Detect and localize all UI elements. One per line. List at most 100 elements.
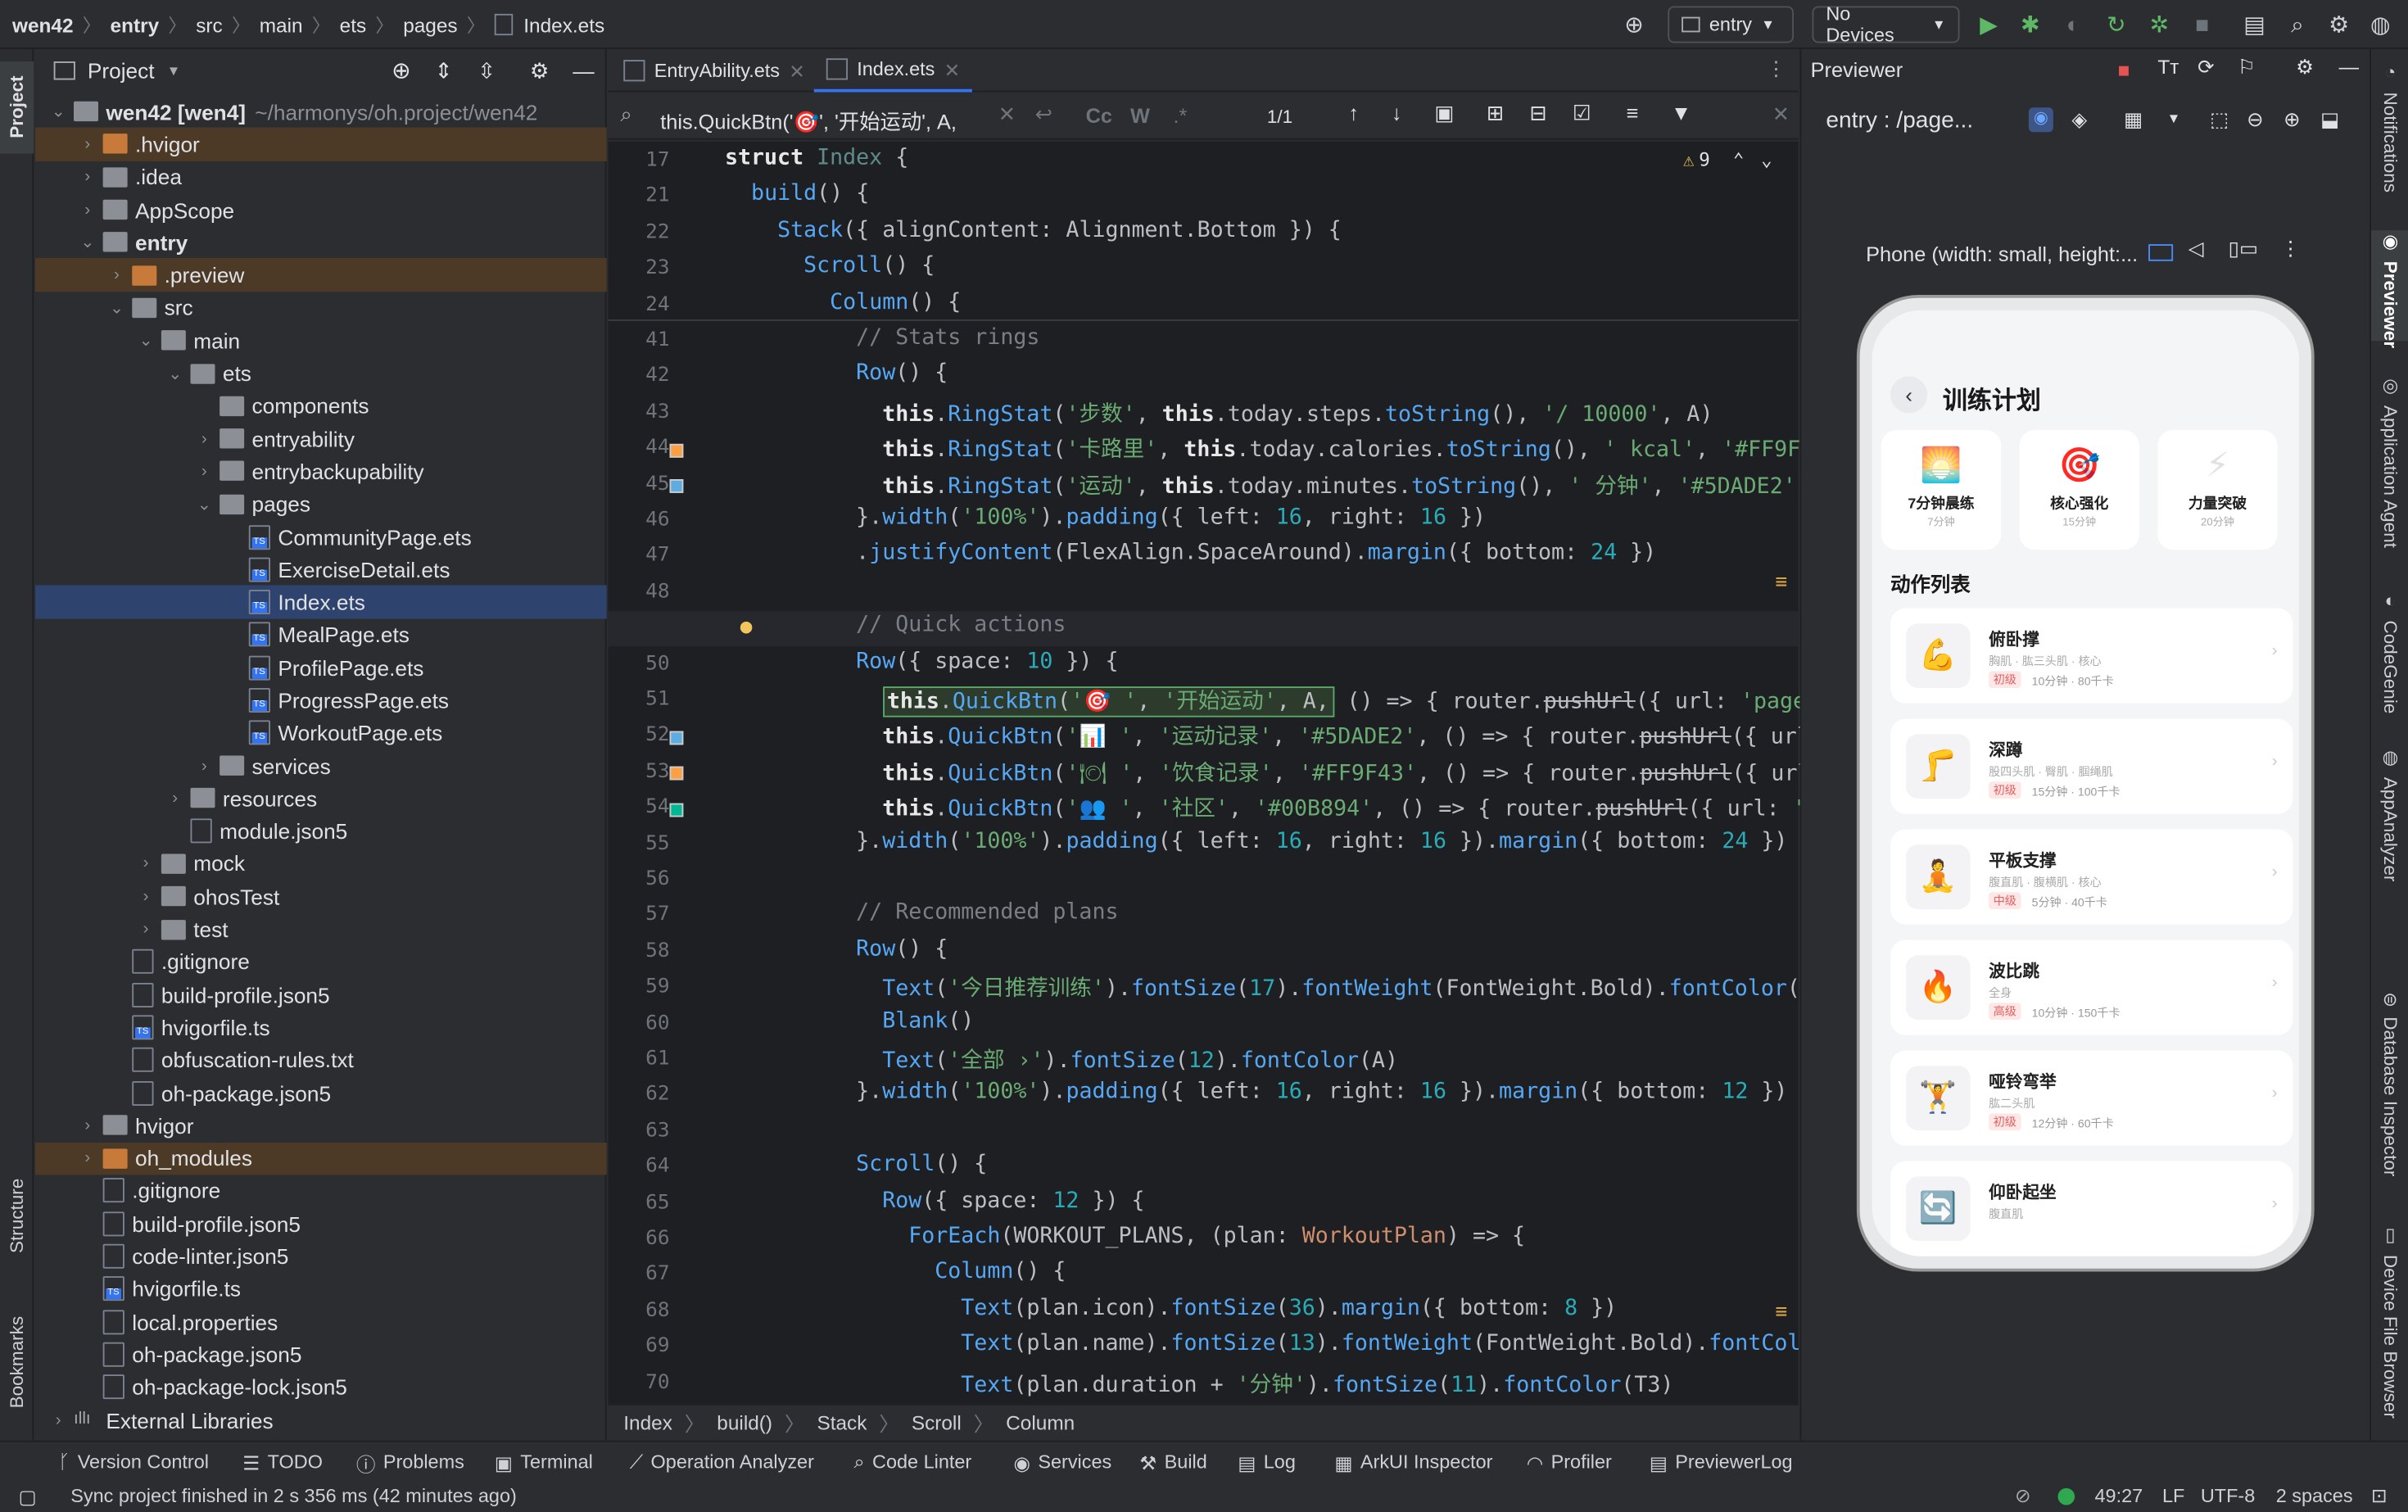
arrow-down-icon[interactable]: ↓ [1392,102,1402,124]
code-line[interactable]: Text(plan.name).fontSize(13).fontWeight(… [725,1332,1826,1356]
filter-lines-icon[interactable]: ≡ [1627,102,1639,124]
code-line[interactable]: this.QuickBtn('👥 ', '社区', '#00B894', () … [725,793,1845,824]
zoom-out-icon[interactable]: ⊖ [2247,107,2263,132]
code-line[interactable]: }.width('100%').padding({ left: 16, righ… [725,505,1486,530]
chevron-right-icon[interactable]: › [77,168,98,187]
device-manager-icon[interactable]: ▤ [2239,9,2270,40]
tree-item[interactable]: code-linter.json5 [35,1240,607,1273]
crumb-scroll[interactable]: Scroll [912,1411,962,1434]
chevron-right-icon[interactable]: › [193,429,215,448]
exercise-card[interactable]: 🔥 波比跳 全身 高级 10分钟 · 150千卡 › [1890,939,2293,1035]
tree-item[interactable]: components [35,390,607,423]
tree-item[interactable]: › ohosTest [35,880,607,913]
profile-icon[interactable]: ◐ [2058,9,2089,40]
arkui-inspector-tab[interactable]: ▦ ArkUI Inspector [1334,1442,1492,1483]
tree-item[interactable]: › .idea [35,161,607,193]
line-separator[interactable]: LF [2162,1485,2184,1506]
chevron-down-icon[interactable]: ⌄ [165,363,186,383]
remove-occurrence-icon[interactable]: ⊟ [1530,102,1547,126]
tree-item[interactable]: oh-package-lock.json5 [35,1371,607,1404]
notifications-tool-tab[interactable]: ◔ Notifications [2371,61,2408,209]
add-occurrence-icon[interactable]: ⊞ [1487,102,1504,126]
color-swatch-blue[interactable] [669,479,684,493]
more-vert-icon[interactable]: ⋮ [1766,57,1786,81]
stop-icon[interactable]: ■ [2187,9,2218,40]
chevron-down-icon[interactable]: ⌄ [48,102,69,122]
exercise-card[interactable]: 🧘 平板支撑 腹直肌 · 腹横肌 · 核心 中级 5分钟 · 40千卡 › [1890,829,2293,925]
layers-icon[interactable]: ◈ [2071,107,2087,132]
gear-icon[interactable]: ⚙ [530,57,550,84]
breadcrumb-file[interactable]: Index.ets [523,13,604,36]
tree-item[interactable]: › mock [35,848,607,880]
chevron-down-icon[interactable]: ⌄ [193,494,215,514]
tree-item[interactable]: Index.ets [35,586,607,619]
back-button[interactable]: ‹ [1890,376,1928,414]
code-line[interactable]: Text(plan.icon).fontSize(36).margin({ bo… [725,1296,1617,1320]
gear-icon[interactable]: ⚙ [2296,56,2314,80]
color-swatch-blue[interactable] [669,731,684,745]
tree-item[interactable]: .gitignore [35,945,607,978]
code-line[interactable]: // Recommended plans [725,900,1118,925]
reload-icon[interactable]: ↻ [2101,9,2132,40]
stop-icon[interactable]: ■ [2118,58,2130,81]
color-swatch-orange[interactable] [669,443,684,458]
tree-item[interactable]: ExerciseDetail.ets [35,553,607,586]
chevron-right-icon[interactable]: › [135,854,156,873]
chevron-right-icon[interactable]: › [48,1410,69,1429]
chevron-right-icon[interactable]: › [193,462,215,481]
version-control-tab[interactable]: ᚴ Version Control [58,1442,209,1483]
tree-item[interactable]: › entrybackupability [35,455,607,487]
tree-item[interactable]: › oh_modules [35,1142,607,1175]
tree-item[interactable]: ⌄ ets [35,357,607,390]
breadcrumb-ets[interactable]: ets [340,13,367,36]
device-profile[interactable]: Phone (width: small, height:... [1866,242,2138,265]
route-select[interactable]: entry : /page... [1826,107,1973,134]
project-panel-title[interactable]: Project [88,58,155,83]
minimize-icon[interactable]: — [2339,56,2359,79]
tree-item[interactable]: › test [35,913,607,946]
tablet-icon[interactable] [2148,244,2174,261]
close-icon[interactable]: ✕ [789,59,805,82]
profiler-tab[interactable]: ◠ Profiler [1527,1442,1612,1483]
code-line[interactable]: this.RingStat('运动', this.today.minutes.t… [725,469,1809,500]
database-inspector-tool-tab[interactable]: ⊜ Database Inspector [2371,992,2408,1188]
exercise-card[interactable]: 🦵 深蹲 股四头肌 · 臀肌 · 腘绳肌 初级 15分钟 · 100千卡 › [1890,718,2293,814]
tree-item[interactable]: ProgressPage.ets [35,684,607,717]
tree-item[interactable]: build-profile.json5 [35,978,607,1011]
exercise-card[interactable]: 🔄 仰卧起坐 腹直肌 › [1890,1161,2293,1256]
code-editor[interactable]: 17 struct Index {21 build() {22 Stack({ a… [608,141,1845,1404]
chevron-down-icon[interactable]: ▼ [2167,111,2181,126]
match-case-toggle[interactable]: Cc [1086,105,1112,128]
rotate-icon[interactable]: ⬓ [2320,107,2339,132]
run-icon[interactable]: ▶ [1973,9,2004,40]
code-line[interactable]: }.width('100%').padding({ left: 16, righ… [725,1080,1787,1105]
chevron-right-icon[interactable]: › [106,266,127,285]
more-vert-icon[interactable]: ⋮ [2280,237,2300,261]
chevron-right-icon[interactable]: › [135,920,156,939]
structure-tool-tab[interactable]: Structure [0,1155,34,1278]
component-mode-icon[interactable]: ◉ [2028,107,2053,133]
code-line[interactable]: Row({ space: 12 }) { [725,1188,1144,1212]
chevron-down-icon[interactable]: ⌄ [1761,149,1772,170]
crumb-stack[interactable]: Stack [817,1411,867,1434]
tree-item[interactable]: › entryability [35,423,607,455]
tab-entryability[interactable]: EntryAbility.ets ✕ [611,49,817,93]
select-all-icon[interactable]: ▣ [1434,102,1454,126]
tree-item[interactable]: ⌄ src [35,292,607,324]
log-tab[interactable]: ▤ Log [1238,1442,1296,1483]
debug-icon[interactable]: ✱ [2015,9,2046,40]
chevron-right-icon[interactable]: › [193,757,215,776]
code-line[interactable]: Row() { [725,936,948,961]
code-line[interactable]: // Stats rings [725,326,1039,351]
lock-icon[interactable]: ⊡ [2371,1483,2388,1506]
tree-item[interactable]: › resources [35,782,607,815]
tree-item[interactable]: ⌄ pages [35,487,607,520]
breadcrumb-src[interactable]: src [196,13,223,36]
previewer-tool-tab[interactable]: ◉ Previewer [2371,230,2408,348]
tree-item[interactable]: oh-package.json5 [35,1338,607,1371]
history-icon[interactable]: ↩ [1035,103,1052,128]
tree-item[interactable]: CommunityPage.ets [35,520,607,553]
account-icon[interactable]: ◍ [2365,9,2397,40]
caret-position[interactable]: 49:27 [2095,1485,2143,1506]
regex-toggle[interactable]: .* [1174,105,1188,128]
